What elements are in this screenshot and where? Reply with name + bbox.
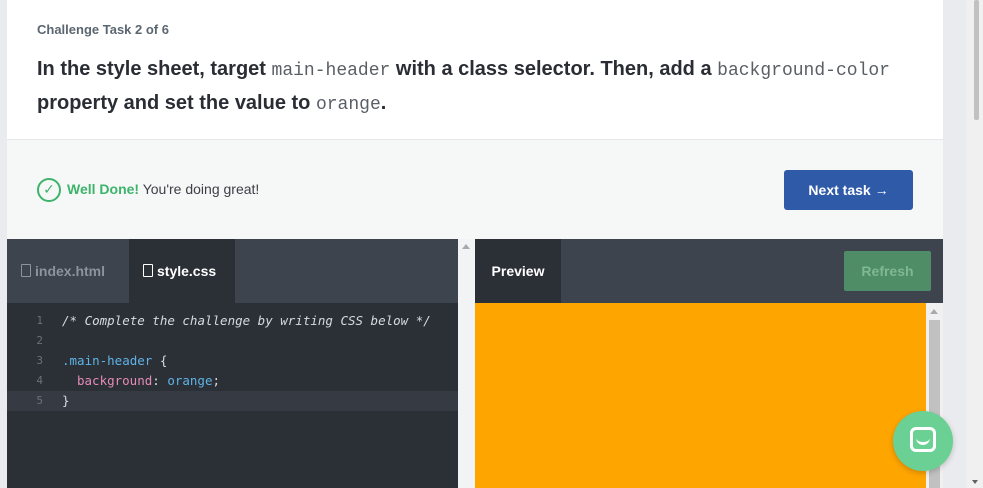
code-content: background: orange;	[77, 371, 220, 391]
scroll-up-icon[interactable]	[462, 244, 470, 249]
task-code-orange: orange	[315, 95, 381, 115]
editor-scrollbar[interactable]	[458, 239, 475, 488]
preview-panel: Preview Refresh	[475, 239, 943, 488]
line-number: 5	[36, 394, 43, 407]
tab-preview[interactable]: Preview	[475, 239, 561, 303]
preview-output	[475, 303, 926, 488]
code-colon: :	[152, 373, 168, 388]
task-code-background-color: background-color	[717, 61, 890, 81]
line-number: 2	[36, 334, 43, 347]
feedback-strong: Well Done!	[67, 181, 140, 197]
code-line: 1 /* Complete the challenge by writing C…	[7, 311, 458, 331]
tab-index-html[interactable]: index.html	[7, 239, 129, 303]
tab-label: style.css	[157, 263, 217, 279]
task-counter: Challenge Task 2 of 6	[37, 22, 169, 37]
refresh-button[interactable]: Refresh	[844, 251, 931, 291]
scroll-thumb[interactable]	[974, 0, 979, 120]
scroll-up-icon[interactable]	[930, 309, 938, 314]
code-line: 3 .main-header {	[7, 351, 458, 371]
task-instructions: In the style sheet, target main-header w…	[37, 53, 917, 121]
line-number: 3	[36, 354, 43, 367]
feedback-text: You're doing great!	[139, 181, 260, 197]
next-task-button[interactable]: Next task →	[784, 170, 913, 210]
scroll-down-icon[interactable]	[972, 480, 978, 484]
page-scrollbar[interactable]	[966, 0, 983, 488]
code-line: 4 background: orange;	[7, 371, 458, 391]
task-text-part: .	[380, 92, 387, 114]
tab-label: index.html	[35, 263, 106, 279]
check-circle-icon: ✓	[37, 178, 61, 202]
tab-style-css[interactable]: style.css	[129, 239, 235, 303]
code-editor[interactable]: index.html style.css 1 /* Complete the c…	[7, 239, 458, 488]
code-area[interactable]: 1 /* Complete the challenge by writing C…	[7, 311, 458, 411]
line-number: 1	[36, 314, 43, 327]
task-text-part: with a class selector. Then, add a	[390, 58, 718, 80]
code-punctuation: }	[62, 393, 70, 408]
code-selector: .main-header	[62, 353, 153, 368]
code-punctuation: {	[152, 353, 168, 368]
code-content: .main-header {	[62, 351, 167, 371]
code-line-active: 5 }	[7, 391, 458, 411]
task-header: Challenge Task 2 of 6 In the style sheet…	[37, 22, 917, 121]
code-line: 2	[7, 331, 458, 351]
task-text-part: property and set the value to	[37, 92, 316, 114]
code-value: orange	[167, 373, 213, 388]
chat-launcher-button[interactable]	[893, 411, 953, 471]
task-text-part: In the style sheet, target	[37, 58, 272, 80]
task-code-main-header: main-header	[271, 61, 391, 81]
feedback-message: Well Done! You're doing great!	[67, 181, 259, 197]
line-number: 4	[36, 374, 43, 387]
editor-tabs: index.html style.css	[7, 239, 458, 303]
code-comment: /* Complete the challenge by writing CSS…	[62, 313, 431, 328]
feedback-bar: ✓ Well Done! You're doing great! Next ta…	[7, 139, 943, 239]
file-icon	[143, 264, 153, 277]
code-semicolon: ;	[212, 373, 221, 388]
file-icon	[21, 264, 31, 277]
code-property: background	[77, 373, 153, 388]
